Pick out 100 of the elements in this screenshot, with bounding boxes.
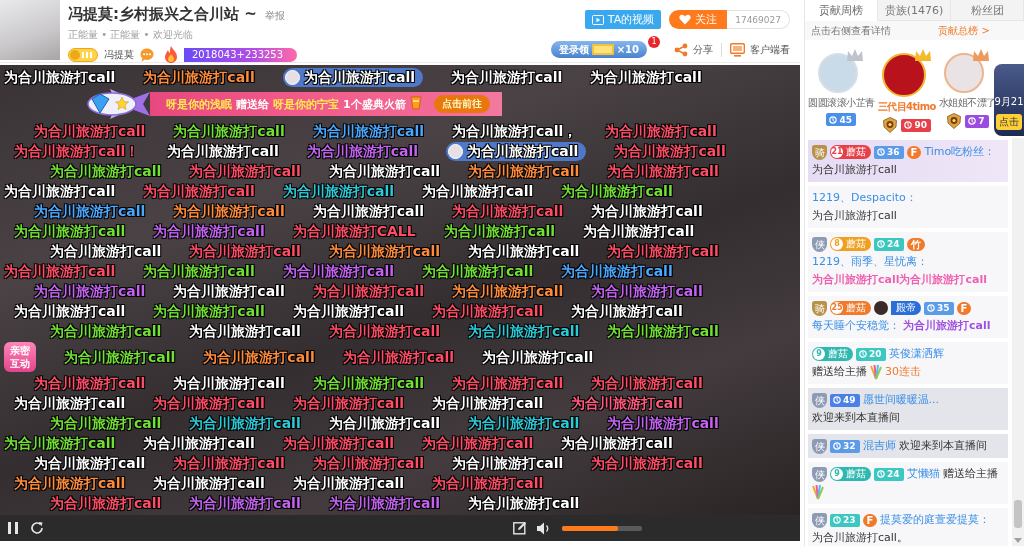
go-button[interactable]: 点击前往 [433,95,490,113]
heart-icon [679,14,692,25]
danmaku-text: 为合川旅游打call [34,202,146,220]
danmaku-text: 为合川旅游打call [153,394,265,412]
follow-button[interactable]: 关注 [669,10,728,29]
client-button[interactable]: 客户端看 [730,42,790,57]
fan-club-name: 蘑菇 [846,467,866,481]
danmaku-text: 为合川旅游打call [167,142,279,160]
danmaku-text: 为合川旅游打call [173,122,285,140]
promo-button[interactable]: 点击 [996,114,1022,130]
edit-icon[interactable] [513,521,527,535]
danmaku-text: 为合川旅游打call [189,242,301,260]
danmaku-text: 为合川旅游打call [34,282,146,300]
user-name[interactable]: 艾懒猫 [906,467,940,480]
danmaku-text: 为合川旅游打call [292,474,405,492]
rank-badge: 骑 [812,144,827,160]
danmaku-text: 为合川旅游打call [50,414,162,432]
promo-banner[interactable]: 9月21 点击 [994,64,1024,136]
tag-badge: F [862,513,878,527]
heat-count: 2018043+233253 [184,47,298,62]
user-name[interactable]: 提莫爱的庭萱爱提莫： [880,513,991,526]
danmaku-text: 为合川旅游打call [607,322,719,340]
fan-name: 三代目4timo [877,100,936,114]
fan-level: 25 [831,302,843,314]
bouquet-icon [812,484,824,500]
user-name[interactable]: Timo吃粉丝： [924,145,996,158]
danmaku-text: 为合川旅游打call [590,68,702,86]
danmaku-text: 为合川旅游打call [50,494,162,512]
level-number: 45 [839,114,852,125]
clock-icon [833,516,841,524]
level-number: 7 [978,116,985,126]
danmaku-text: 为合川旅游打call [282,434,395,452]
host-name[interactable]: 冯提莫 [104,47,134,62]
rank-badge: 侠 [812,438,827,454]
total-rank-link[interactable]: 贡献总榜 > [938,23,990,38]
danmaku-text: 为合川旅游打call [153,474,265,492]
level-number: 90 [914,120,927,130]
danmaku-text: 为合川旅游打call [153,302,265,320]
user-name[interactable]: 每天睡个安稳觉： [812,319,900,332]
share-button[interactable]: 分享 [674,42,713,57]
danmaku-text: 为合川旅游打call [422,434,534,452]
danmaku-text: 为合川旅游打call [328,162,441,180]
rank-badge: 侠 [812,236,827,252]
scrollbar-thumb[interactable] [1014,500,1022,528]
danmaku-text: 为合川旅游打call [571,302,683,320]
user-name[interactable]: 1219、Despacito： [812,191,917,204]
danmaku-text: 为合川旅游打call [34,374,146,392]
user-name[interactable]: 愿世间暖暖温... [862,393,940,406]
danmaku-text: 为合川旅游打call [143,182,255,200]
danmaku-text: 为合川旅游打call [189,322,301,340]
clock-icon [877,240,885,248]
danmaku-text: 为合川旅游打call [591,282,703,300]
danmaku-text: 为合川旅游打call [561,182,673,200]
danmaku-text: 为合川旅游打call [328,322,441,340]
danmaku-text: 为合川旅游打call [328,242,441,260]
danmaku-text: 为合川旅游打call [432,474,544,492]
volume-slider[interactable] [562,525,642,531]
danmaku-text: 为合川旅游打call， [452,122,578,140]
room-title: 冯提莫:乡村振兴之合川站 ~ [68,5,257,24]
danmaku-text: 为合川旅游打call [173,454,285,472]
user-name[interactable]: 英俊潇洒辉 [888,347,944,360]
danmaku-text: 为合川旅游打call [342,348,455,366]
danmaku-text: 为合川旅游打call！ [14,142,140,160]
avatar [448,143,464,159]
refresh-icon[interactable] [30,521,44,535]
fire-icon [164,46,178,63]
interaction-badge[interactable]: 亲密互动 [4,342,36,372]
danmaku-text: 为合川旅游打call [312,374,425,392]
panel-tab[interactable]: 粉丝团 [951,0,1024,21]
user-name[interactable]: 混吉师 [862,439,896,452]
danmaku-text: 为合川旅游打call [452,454,564,472]
coin-badge-icon [68,47,98,62]
danmaku-text: 为合川旅游打call [303,68,416,86]
fan-club-name: 蘑菇 [846,145,866,159]
message-text: 为合川旅游打call [812,209,897,222]
danmaku-text: 为合川旅游打call [143,434,255,452]
danmaku-text: 为合川旅游打call [143,68,255,86]
avatar[interactable] [881,53,926,97]
danmaku-text: 为合川旅游打call [34,454,146,472]
danmaku-text: 为合川旅游打call [4,262,116,280]
danmaku-text: 为合川旅游打call [292,302,405,320]
danmaku-text: 为合川旅游打call [282,262,395,280]
danmaku-text: 为合川旅游打call [432,302,544,320]
gift-text: 赠送给主播 [812,365,867,378]
danmaku-text: 为合川旅游打call [312,282,425,300]
danmaku-text: 为合川旅游打call [422,182,534,200]
danmaku-text: 为合川旅游打call [468,414,580,432]
videos-button[interactable]: TA的视频 [584,10,662,29]
combo-count: 30连击 [885,365,921,378]
pause-icon[interactable] [8,522,18,534]
message-text: 为合川旅游打call为合川旅游打call [812,273,987,286]
danmaku-text: 为合川旅游打call [482,348,594,366]
panel-tab[interactable]: 贵族(1476) [878,0,951,21]
scrollbar[interactable] [1012,138,1024,546]
report-link[interactable]: 举报 [264,9,285,23]
video-icon [591,14,604,25]
ticket-icon [591,44,614,55]
user-name[interactable]: 1219、雨季、星忧离： [812,255,928,268]
danmaku-text: 为合川旅游打call [203,348,315,366]
login-reward-button[interactable]: 登录领 ×10 [550,41,647,58]
